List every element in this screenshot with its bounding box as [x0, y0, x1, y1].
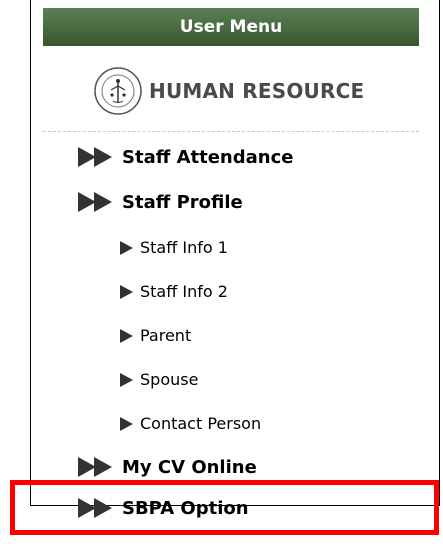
menu-item-label: Staff Attendance [122, 146, 294, 168]
menu-header-title: User Menu [179, 17, 283, 37]
double-arrow-icon [78, 147, 112, 167]
highlight-box [10, 480, 439, 535]
menu-item-label: Parent [140, 326, 192, 345]
menu-item-label: Staff Info 2 [140, 282, 228, 301]
menu-header: User Menu [43, 8, 419, 46]
menu-item-contact-person[interactable]: Contact Person [120, 414, 261, 433]
menu-item-staff-attendance[interactable]: Staff Attendance [78, 146, 293, 168]
arrow-icon [120, 372, 133, 387]
arrow-icon [120, 240, 133, 255]
menu-item-spouse[interactable]: Spouse [120, 370, 198, 389]
menu-item-staff-profile[interactable]: Staff Profile [78, 191, 243, 213]
menu-item-my-cv-online[interactable]: My CV Online [78, 456, 257, 478]
menu-divider [43, 131, 419, 132]
menu-item-parent[interactable]: Parent [120, 326, 191, 345]
university-seal-icon [94, 67, 142, 115]
menu-item-label: Staff Info 1 [140, 238, 228, 257]
menu-item-label: Spouse [140, 370, 199, 389]
menu-item-staff-info-1[interactable]: Staff Info 1 [120, 238, 228, 257]
brand-title: HUMAN RESOURCE [149, 79, 365, 103]
brand: HUMAN RESOURCE [93, 66, 364, 116]
double-arrow-icon [78, 192, 112, 212]
menu-item-label: My CV Online [122, 456, 257, 478]
arrow-icon [120, 328, 133, 343]
arrow-icon [120, 284, 133, 299]
arrow-icon [120, 416, 133, 431]
menu-item-label: Staff Profile [122, 191, 243, 213]
menu-item-label: Contact Person [140, 414, 262, 433]
double-arrow-icon [78, 457, 112, 477]
menu-item-staff-info-2[interactable]: Staff Info 2 [120, 282, 228, 301]
